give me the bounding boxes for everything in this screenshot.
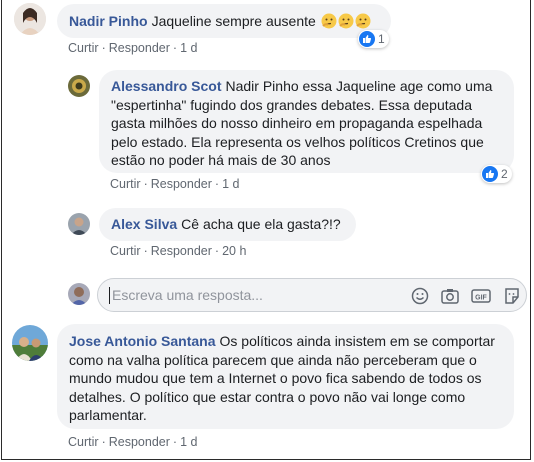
sticker-icon[interactable] [502, 286, 522, 306]
gif-icon[interactable]: GIF [471, 286, 491, 306]
reply-link[interactable]: Responder [109, 435, 170, 449]
comment-bubble: Alex Silva Cê acha que ela gasta?!? [99, 208, 356, 241]
comment-author[interactable]: Nadir Pinho [69, 13, 148, 29]
comment-author[interactable]: Alex Silva [111, 216, 177, 232]
timestamp[interactable]: 1 d [222, 177, 239, 191]
reply-link[interactable]: Responder [151, 244, 212, 258]
comment-author[interactable]: Alessandro Scot [111, 78, 221, 94]
comment-text: Jaqueline sempre ausente [151, 13, 316, 29]
avatar[interactable] [68, 75, 90, 97]
like-link[interactable]: Curtir [110, 244, 141, 258]
thinking-face-icon [338, 13, 354, 34]
like-link[interactable]: Curtir [68, 435, 99, 449]
avatar[interactable] [12, 325, 48, 361]
comment-bubble: Nadir Pinho Jaqueline sempre ausente [57, 4, 391, 38]
camera-icon[interactable] [440, 286, 460, 306]
reaction-count[interactable]: 2 [481, 165, 512, 183]
reaction-number: 1 [378, 32, 385, 46]
like-icon [359, 31, 375, 47]
like-link[interactable]: Curtir [110, 177, 141, 191]
reaction-count[interactable]: 1 [358, 30, 389, 48]
reply-input[interactable]: Escreva uma resposta... GIF [97, 278, 527, 312]
svg-text:GIF: GIF [475, 294, 487, 301]
comment-bubble: Jose Antonio Santana Os políticos ainda i… [57, 324, 514, 429]
comment-text: Cê acha que ela gasta?!? [181, 216, 341, 232]
comment-actions: Curtir · Responder · 20 h [110, 244, 247, 258]
reply-link[interactable]: Responder [151, 177, 212, 191]
timestamp[interactable]: 1 d [180, 435, 197, 449]
text-caret [109, 287, 110, 304]
reply-link[interactable]: Responder [109, 41, 170, 55]
comment-bubble: Alessandro Scot Nadir Pinho essa Jaquelin… [99, 70, 514, 173]
avatar[interactable] [68, 213, 90, 235]
comment-author[interactable]: Jose Antonio Santana [69, 333, 216, 349]
like-link[interactable]: Curtir [68, 41, 99, 55]
thinking-face-icon [321, 13, 337, 34]
reaction-number: 2 [501, 167, 508, 181]
comment-actions: Curtir · Responder · 1 d [68, 41, 198, 55]
avatar[interactable] [14, 3, 46, 35]
comment-actions: Curtir · Responder · 1 d [68, 435, 198, 449]
reply-placeholder: Escreva uma resposta... [112, 287, 263, 303]
timestamp[interactable]: 20 h [222, 244, 246, 258]
timestamp[interactable]: 1 d [180, 41, 197, 55]
comment-actions: Curtir · Responder · 1 d [110, 177, 240, 191]
like-icon [482, 166, 498, 182]
avatar[interactable] [68, 283, 90, 305]
emoji-icon[interactable] [410, 286, 430, 306]
